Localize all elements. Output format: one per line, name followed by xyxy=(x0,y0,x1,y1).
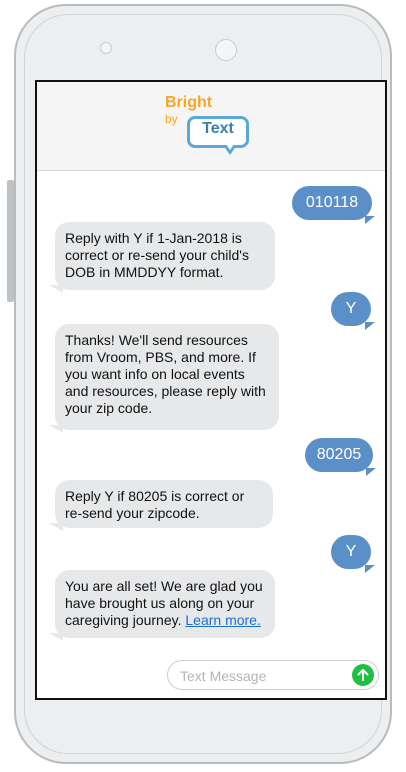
phone-screen: Bright by Text 010118 Reply with Y if 1-… xyxy=(35,80,387,700)
message-bubble-outgoing: 80205 xyxy=(305,438,373,472)
message-bubble-incoming: Thanks! We'll send resources from Vroom,… xyxy=(55,324,279,430)
logo-by-word: by xyxy=(165,112,178,126)
message-bubble-outgoing: 010118 xyxy=(292,186,372,220)
side-button xyxy=(7,180,14,302)
bubble-tail xyxy=(365,322,375,330)
message-bubble-incoming: Reply Y if 80205 is correct or re-send y… xyxy=(55,480,273,528)
bright-by-text-logo: Bright by Text xyxy=(165,94,255,168)
message-bubble-incoming: You are all set! We are glad you have br… xyxy=(55,570,275,638)
message-bubble-outgoing: Y xyxy=(331,535,371,569)
send-button[interactable] xyxy=(352,664,374,686)
bubble-tail xyxy=(49,285,63,293)
text-message-input[interactable]: Text Message xyxy=(167,660,379,690)
sensor-dot xyxy=(100,42,112,54)
message-bubble-outgoing: Y xyxy=(331,292,371,326)
bubble-tail xyxy=(366,468,376,476)
message-bubble-incoming: Reply with Y if 1-Jan-2018 is correct or… xyxy=(55,222,275,290)
learn-more-link[interactable]: Learn more. xyxy=(185,612,260,628)
chat-header: Bright by Text xyxy=(37,82,385,171)
bubble-tail xyxy=(365,565,375,573)
logo-text-word: Text xyxy=(202,120,234,137)
bubble-tail xyxy=(49,523,63,531)
text-message-placeholder: Text Message xyxy=(180,668,267,684)
arrow-up-icon xyxy=(357,669,369,681)
camera-icon xyxy=(215,39,237,61)
bubble-tail xyxy=(49,633,63,641)
bubble-tail xyxy=(365,216,375,224)
logo-bright-word: Bright xyxy=(165,94,213,111)
bubble-tail xyxy=(49,425,63,433)
